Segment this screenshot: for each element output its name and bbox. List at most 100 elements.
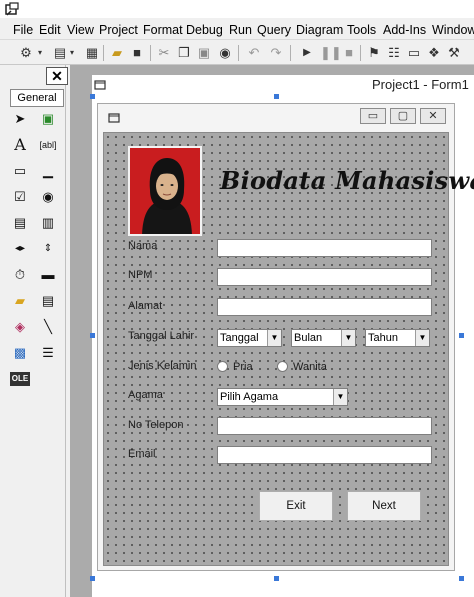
image-icon[interactable]: ▩ xyxy=(10,343,30,363)
project-explorer-icon[interactable]: ⚑ xyxy=(366,45,382,61)
resize-handle[interactable] xyxy=(459,333,464,338)
toolbar-separator xyxy=(103,45,104,61)
menu-window[interactable]: Window xyxy=(432,23,474,37)
label-agama: Agama xyxy=(128,389,163,401)
menu-edit[interactable]: Edit xyxy=(39,23,61,37)
resize-handle[interactable] xyxy=(274,576,279,581)
end-icon[interactable]: ■ xyxy=(341,45,357,61)
maximize-button[interactable]: ▢ xyxy=(390,108,416,124)
chevron-down-icon[interactable]: ▼ xyxy=(341,330,355,346)
dropdown-arrow-icon[interactable]: ▾ xyxy=(36,45,44,61)
menu-tools[interactable]: Tools xyxy=(347,23,376,37)
form-client-area: Biodata Mahasiswa Nama NPM Alamat Tangga… xyxy=(103,132,474,566)
menu-add-ins[interactable]: Add-Ins xyxy=(383,23,426,37)
add-form-icon[interactable]: ▤ xyxy=(52,45,68,61)
chevron-down-icon[interactable]: ▼ xyxy=(333,389,347,405)
bulan-combo[interactable]: Bulan ▼ xyxy=(291,329,356,347)
start-icon[interactable]: ▶ xyxy=(299,45,315,61)
filelistbox-icon[interactable]: ▤ xyxy=(38,291,58,311)
no-telepon-input[interactable] xyxy=(217,417,432,435)
open-project-icon[interactable]: ▰ xyxy=(109,45,125,61)
hscrollbar-icon[interactable]: ◂▸ xyxy=(10,239,30,259)
person-portrait-icon xyxy=(130,148,200,234)
tahun-combo[interactable]: Tahun ▼ xyxy=(365,329,430,347)
nama-input[interactable] xyxy=(217,239,432,257)
form-icon xyxy=(94,80,106,90)
tahun-combo-value: Tahun xyxy=(368,332,398,344)
close-button[interactable]: ✕ xyxy=(420,108,446,124)
form-layout-icon[interactable]: ▭ xyxy=(406,45,422,61)
timer-icon[interactable]: ⏱ xyxy=(10,265,30,285)
exit-button[interactable]: Exit xyxy=(259,491,333,521)
frame-icon[interactable]: ▭ xyxy=(10,161,30,181)
dropdown-arrow-icon[interactable]: ▾ xyxy=(68,45,76,61)
resize-handle[interactable] xyxy=(90,94,95,99)
label-icon[interactable]: A xyxy=(10,135,30,155)
label-tanggal-lahir: Tanggal Lahir xyxy=(128,330,195,342)
data-icon[interactable]: ☰ xyxy=(38,343,58,363)
break-icon[interactable]: ❚❚ xyxy=(320,45,342,61)
save-icon[interactable]: ■ xyxy=(129,45,145,61)
shape-icon[interactable]: ◈ xyxy=(10,317,30,337)
radio-wanita[interactable]: Wanita xyxy=(277,359,327,375)
redo-icon[interactable]: ↷ xyxy=(268,45,284,61)
toolbar-separator xyxy=(360,45,361,61)
undo-icon[interactable]: ↶ xyxy=(246,45,262,61)
chevron-down-icon[interactable]: ▼ xyxy=(415,330,429,346)
toolbox-tab-general[interactable]: General xyxy=(10,89,64,107)
student-photo xyxy=(128,146,202,236)
menu-query[interactable]: Query xyxy=(257,23,291,37)
menu-editor-icon[interactable]: ▦ xyxy=(84,45,100,61)
object-browser-icon[interactable]: ❖ xyxy=(426,45,442,61)
vscrollbar-icon[interactable]: ⇕ xyxy=(38,239,58,259)
radio-pria-label: Pria xyxy=(233,361,253,373)
copy-icon[interactable]: ❐ xyxy=(176,45,192,61)
form1[interactable]: ▭ ▢ ✕ Biodata Mahasiswa Nama NPM Alamat … xyxy=(97,103,474,571)
pointer-icon[interactable]: ➤ xyxy=(10,109,30,129)
resize-handle[interactable] xyxy=(90,333,95,338)
resize-handle[interactable] xyxy=(90,576,95,581)
cut-icon[interactable]: ✂ xyxy=(156,45,172,61)
tanggal-combo-value: Tanggal xyxy=(220,332,259,344)
add-project-icon[interactable]: ⚙ xyxy=(18,45,34,61)
alamat-input[interactable] xyxy=(217,298,432,316)
properties-window-icon[interactable]: ☷ xyxy=(386,45,402,61)
listbox-icon[interactable]: ▥ xyxy=(38,213,58,233)
drivelistbox-icon[interactable]: ▬ xyxy=(38,265,58,285)
radio-pria[interactable]: Pria xyxy=(217,359,253,375)
minimize-button[interactable]: ▭ xyxy=(360,108,386,124)
menu-file[interactable]: File xyxy=(13,23,33,37)
next-button[interactable]: Next xyxy=(347,491,421,521)
resize-handle[interactable] xyxy=(459,576,464,581)
toolbox-icon[interactable]: ⚒ xyxy=(446,45,462,61)
app-title-bar xyxy=(0,0,474,18)
menu-debug[interactable]: Debug xyxy=(186,23,223,37)
menu-view[interactable]: View xyxy=(67,23,94,37)
toolbox-close-button[interactable]: ✕ xyxy=(46,67,68,85)
label-alamat: Alamat xyxy=(128,300,163,312)
paste-icon[interactable]: ▣ xyxy=(196,45,212,61)
find-icon[interactable]: ◉ xyxy=(217,45,233,61)
agama-combo[interactable]: Pilih Agama ▼ xyxy=(217,388,348,406)
commandbutton-icon[interactable]: ▁ xyxy=(38,161,58,181)
standard-toolbar: ⚙ ▾ ▤ ▾ ▦ ▰ ■ ✂ ❐ ▣ ◉ ↶ ↷ ▶ ❚❚ ■ ⚑ ☷ ▭ ❖… xyxy=(0,41,474,65)
menu-run[interactable]: Run xyxy=(229,23,252,37)
line-icon[interactable]: ╲ xyxy=(38,317,58,337)
ole-icon[interactable]: OLE xyxy=(10,372,30,386)
combobox-icon[interactable]: ▤ xyxy=(10,213,30,233)
email-input[interactable] xyxy=(217,446,432,464)
resize-handle[interactable] xyxy=(274,94,279,99)
dirlistbox-icon[interactable]: ▰ xyxy=(10,291,30,311)
textbox-icon[interactable]: [abl] xyxy=(38,135,58,155)
menu-diagram[interactable]: Diagram xyxy=(296,23,343,37)
npm-input[interactable] xyxy=(217,268,432,286)
checkbox-icon[interactable]: ☑ xyxy=(10,187,30,207)
picturebox-icon[interactable]: ▣ xyxy=(38,109,58,129)
optionbutton-icon[interactable]: ◉ xyxy=(38,187,58,207)
label-jenis-kelamin: Jenis Kelamin xyxy=(128,360,197,372)
menu-format[interactable]: Format xyxy=(143,23,183,37)
menu-project[interactable]: Project xyxy=(99,23,138,37)
chevron-down-icon[interactable]: ▼ xyxy=(267,330,281,346)
tanggal-combo[interactable]: Tanggal ▼ xyxy=(217,329,282,347)
toolbar-separator xyxy=(290,45,291,61)
